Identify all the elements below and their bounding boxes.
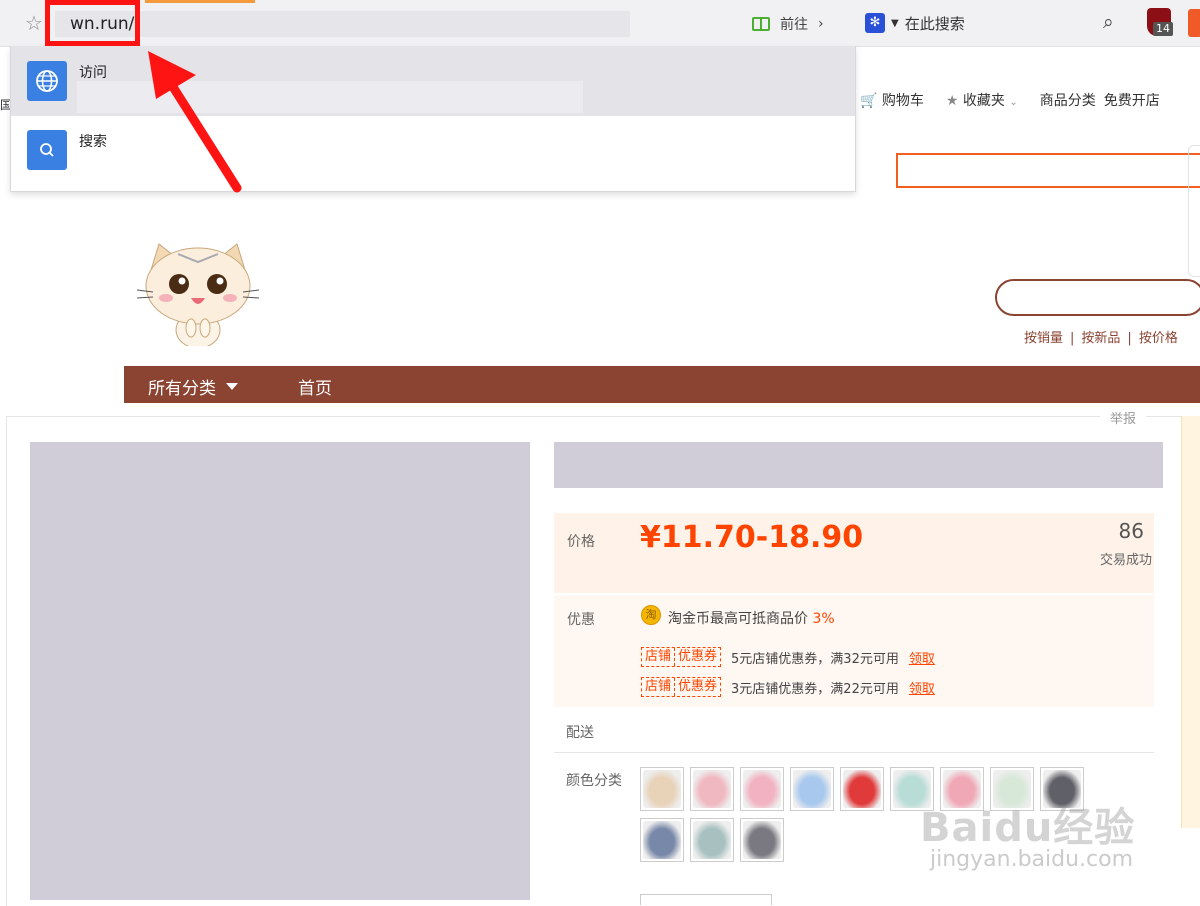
cart-icon: 🛒	[860, 93, 878, 109]
shop-logo-cat	[136, 243, 260, 346]
color-swatch[interactable]	[840, 767, 884, 811]
content-left-border	[6, 416, 7, 906]
extension-icon[interactable]	[1188, 9, 1200, 37]
color-swatch[interactable]	[790, 767, 834, 811]
swatch-thumbnail	[643, 770, 681, 808]
promotion-label: 优惠	[567, 612, 595, 628]
nav-home-link[interactable]: 首页	[298, 374, 332, 399]
price-value: ¥11.70-18.90	[640, 520, 864, 555]
open-shop-link[interactable]: 免费开店	[1104, 90, 1160, 110]
promotion-panel: 优惠 淘 淘金币最高可抵商品价 3% 店铺 优惠券 5元店铺优惠券，满32元可用 …	[554, 595, 1154, 707]
search-icon[interactable]: ⌕	[1103, 11, 1114, 33]
color-swatch[interactable]	[740, 818, 784, 862]
sort-links: 按销量 | 按新品 | 按价格	[1024, 327, 1178, 346]
address-suggestion-dropdown: 访问 搜索	[10, 46, 856, 192]
watermark: Baidu经验	[920, 805, 1136, 851]
separator: |	[1127, 331, 1132, 346]
separator: |	[1070, 331, 1075, 346]
go-label: 前往	[780, 17, 808, 33]
color-swatch[interactable]	[690, 767, 734, 811]
all-categories-menu[interactable]: 所有分类	[148, 374, 238, 399]
sort-by-new[interactable]: 按新品	[1081, 331, 1120, 346]
color-swatch[interactable]	[640, 767, 684, 811]
favorites-label: 收藏夹	[962, 93, 1005, 109]
sales-count: 86	[1118, 519, 1144, 543]
tab-accent	[145, 0, 255, 3]
swatch-thumbnail	[693, 770, 731, 808]
chevron-right-icon: ›	[818, 16, 824, 32]
coupon-row: 店铺 优惠券 3元店铺优惠券，满22元可用 领取	[641, 677, 935, 697]
color-variant-label: 颜色分类	[566, 773, 622, 789]
star-icon: ★	[945, 93, 959, 109]
cart-label: 购物车	[881, 93, 924, 109]
swatch-thumbnail	[793, 770, 831, 808]
coupon-tag-shop: 店铺	[645, 679, 672, 694]
product-title-redacted	[554, 442, 1163, 488]
site-search-input[interactable]	[896, 153, 1200, 188]
extension-badge: 14	[1153, 22, 1173, 36]
chevron-down-icon: ⌄	[1009, 97, 1018, 108]
globe-icon	[27, 61, 67, 101]
swatch-thumbnail	[643, 821, 681, 859]
swatch-thumbnail	[743, 770, 781, 808]
watermark-url: jingyan.baidu.com	[930, 847, 1134, 872]
suggestion-search-label[interactable]: 搜索	[79, 131, 107, 151]
baidu-paw-icon[interactable]: ✻	[865, 13, 885, 33]
all-categories-label: 所有分类	[148, 379, 216, 399]
swatch-thumbnail	[843, 770, 881, 808]
sort-by-sales[interactable]: 按销量	[1024, 331, 1063, 346]
site-top-nav: 🛒 购物车 ★ 收藏夹 ⌄ 商品分类 免费开店	[860, 90, 1160, 110]
shipping-divider	[554, 752, 1154, 753]
coupon-tag: 店铺 优惠券	[641, 647, 722, 667]
color-swatch[interactable]	[690, 818, 734, 862]
coupon-tag-type: 优惠券	[674, 678, 720, 696]
reader-book-icon[interactable]	[752, 17, 770, 31]
suggestion-visit-label[interactable]: 访问	[79, 62, 107, 82]
cart-link[interactable]: 🛒 购物车	[860, 90, 924, 110]
bookmark-star-icon[interactable]: ☆	[25, 11, 43, 35]
caret-down-icon	[226, 383, 238, 390]
favorites-link[interactable]: ★ 收藏夹 ⌄	[946, 90, 1018, 110]
coupon-tag-type: 优惠券	[674, 648, 720, 666]
taobao-coin-icon: 淘	[641, 605, 661, 625]
swatch-thumbnail	[693, 821, 731, 859]
address-bar[interactable]	[55, 11, 630, 37]
coin-promo-label: 淘金币最高可抵商品价	[668, 611, 808, 627]
go-button[interactable]: 前往 ›	[752, 12, 824, 36]
arrow-annotation-icon	[148, 51, 242, 193]
shop-search-input[interactable]	[995, 279, 1200, 316]
coin-promo-percent: 3%	[812, 611, 835, 627]
shop-nav-bar: 所有分类 首页	[124, 366, 1200, 403]
content-divider	[6, 416, 1200, 417]
shipping-label: 配送	[566, 725, 594, 741]
color-swatch[interactable]	[640, 818, 684, 862]
sort-by-price[interactable]: 按价格	[1139, 331, 1178, 346]
coupon-row: 店铺 优惠券 5元店铺优惠券，满32元可用 领取	[641, 647, 935, 667]
coupon-tag-shop: 店铺	[645, 649, 672, 664]
floating-side-panel	[1188, 145, 1200, 277]
coupon-tag: 店铺 优惠券	[641, 677, 722, 697]
price-label: 价格	[567, 534, 595, 550]
product-main-image[interactable]	[30, 442, 530, 900]
coin-promo-text: 淘金币最高可抵商品价 3%	[668, 608, 835, 628]
coupon-claim-link[interactable]: 领取	[909, 648, 935, 667]
right-side-strip	[1181, 416, 1200, 828]
swatch-thumbnail	[743, 821, 781, 859]
report-link[interactable]: 举报	[1100, 408, 1147, 427]
coupon-claim-link[interactable]: 领取	[909, 678, 935, 697]
chevron-down-icon[interactable]: ▼	[891, 18, 899, 29]
categories-link[interactable]: 商品分类	[1040, 90, 1096, 110]
price-panel: 价格 ¥11.70-18.90 86 交易成功	[554, 513, 1154, 593]
highlight-box	[45, 0, 140, 46]
search-engine-placeholder[interactable]: 在此搜索	[905, 13, 965, 34]
coupon-text: 3元店铺优惠券，满22元可用	[731, 681, 899, 697]
search-icon	[27, 130, 67, 170]
sales-label: 交易成功	[1099, 553, 1152, 568]
color-swatch[interactable]	[740, 767, 784, 811]
search-engine-box[interactable]: ✻ ▼ 在此搜索	[865, 10, 965, 36]
coupon-text: 5元店铺优惠券，满32元可用	[731, 651, 899, 667]
